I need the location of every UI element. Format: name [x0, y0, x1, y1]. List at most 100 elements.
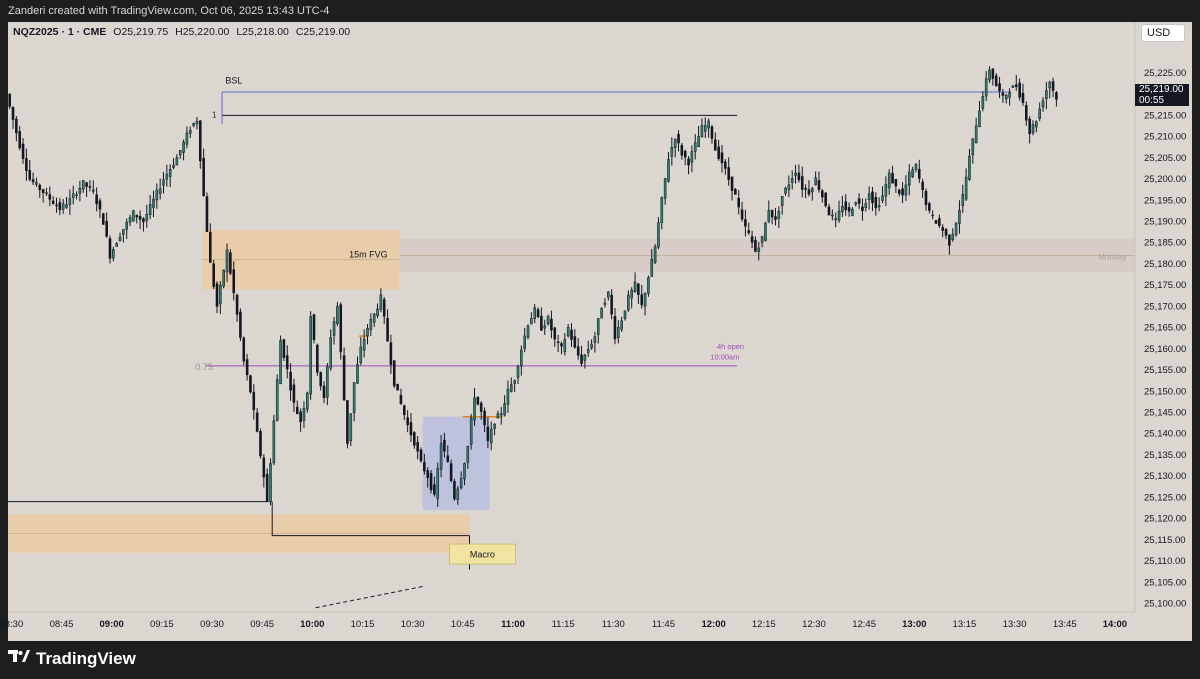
candle-body — [195, 120, 199, 125]
price-tick-label: 25,105.00 — [1144, 577, 1186, 588]
candle-body — [523, 335, 526, 349]
ohlc-legend: NQZ2025 · 1 · CME O25,219.75 H25,220.00 … — [13, 26, 350, 38]
candle-body — [550, 318, 553, 331]
candle-body — [81, 180, 85, 190]
candle-body — [613, 316, 617, 340]
candle-body — [306, 392, 309, 410]
candle-body — [272, 420, 276, 464]
fib-1-label: 1 — [212, 111, 217, 120]
candle-body — [690, 151, 694, 163]
candle-body — [1028, 118, 1031, 135]
candle-body — [249, 375, 252, 393]
candle-body — [683, 150, 687, 158]
candle-body — [265, 473, 269, 502]
candle-body — [971, 138, 975, 156]
candle-body — [295, 406, 299, 414]
projection-line — [315, 586, 423, 609]
tradingview-logo-text: TradingView — [36, 648, 136, 668]
candle-body — [667, 159, 670, 182]
candle-body — [48, 194, 52, 200]
candle-body — [483, 410, 486, 426]
candle-body — [687, 158, 690, 166]
candle-body — [948, 234, 951, 246]
candle-body — [827, 206, 831, 216]
macro-label: Macro — [470, 550, 495, 560]
candle-body — [981, 96, 985, 109]
candle-body — [790, 178, 794, 183]
time-tick-label: 09:00 — [100, 619, 124, 630]
candle-body — [105, 221, 108, 237]
candle-body — [75, 194, 78, 197]
candle-body — [416, 441, 419, 452]
candle-body — [346, 400, 349, 444]
candle-body — [38, 184, 42, 190]
candle-body — [299, 411, 302, 423]
candle-body — [115, 243, 118, 247]
candle-body — [252, 391, 256, 411]
candle-body — [837, 210, 841, 221]
candle-body — [409, 422, 413, 436]
candle-body — [339, 304, 343, 353]
candle-body — [1004, 94, 1008, 100]
candle-body — [31, 179, 35, 183]
candle-body — [774, 216, 777, 220]
candle-body — [901, 188, 904, 196]
candle-body — [630, 289, 633, 299]
candle-body — [914, 164, 918, 170]
tradingview-logo[interactable]: TradingView — [8, 648, 136, 669]
candle-body — [637, 283, 640, 295]
candle-body — [1031, 124, 1035, 134]
time-tick-label: 13:45 — [1053, 619, 1077, 630]
time-tick-label: 13:30 — [1003, 619, 1027, 630]
candle-body — [754, 239, 757, 252]
candle-body — [185, 132, 189, 145]
candle-body — [396, 383, 399, 391]
candle-body — [707, 120, 710, 129]
candle-body — [647, 277, 650, 294]
candle-body — [413, 432, 416, 446]
candle-body — [606, 291, 610, 298]
time-tick-label: 13:15 — [953, 619, 977, 630]
price-tick-label: 25,170.00 — [1144, 301, 1186, 312]
candle-body — [928, 203, 931, 211]
symbol-label[interactable]: NQZ2025 · 1 · CME — [13, 26, 106, 38]
candle-body — [456, 488, 460, 500]
candle-body — [429, 473, 433, 491]
monday-label: Monday — [1098, 253, 1126, 262]
candle-body — [603, 302, 607, 305]
candle-body — [436, 468, 440, 499]
candle-body — [292, 384, 296, 403]
candle-body — [466, 446, 470, 463]
candle-body — [1021, 92, 1025, 103]
price-tick-label: 25,130.00 — [1144, 471, 1186, 482]
candle-body — [145, 214, 149, 221]
candle-body — [135, 214, 139, 218]
chart-canvas[interactable]: BSL 1 15m FVG 0.75 Monday 4h open10:00am Macro… — [0, 0, 1200, 679]
candle-body — [800, 176, 804, 190]
candle-body — [777, 211, 781, 219]
candle-body — [362, 338, 366, 351]
candle-body — [764, 222, 767, 241]
current-price-value: 25,219.00 — [1139, 84, 1184, 95]
candle-body — [209, 232, 212, 263]
candle-body — [730, 176, 734, 191]
candle-body — [536, 309, 540, 317]
candle-body — [372, 313, 376, 323]
candle-body — [28, 169, 32, 180]
close-value: 25,219.00 — [303, 26, 351, 38]
candle-body — [693, 142, 697, 152]
currency-button[interactable]: USD — [1141, 24, 1185, 42]
candle-body — [590, 343, 593, 349]
candle-body — [85, 182, 88, 187]
candle-body — [620, 320, 623, 330]
candle-body — [570, 329, 573, 340]
candle-body — [108, 238, 112, 259]
time-tick-label: 10:45 — [451, 619, 475, 630]
candle-body — [379, 294, 383, 310]
open-value: 25,219.75 — [121, 26, 169, 38]
time-tick-label: 10:00 — [300, 619, 324, 630]
time-tick-label: 11:00 — [501, 619, 525, 630]
candle-body — [199, 120, 202, 162]
candle-body — [724, 161, 727, 169]
candle-body — [660, 197, 664, 223]
